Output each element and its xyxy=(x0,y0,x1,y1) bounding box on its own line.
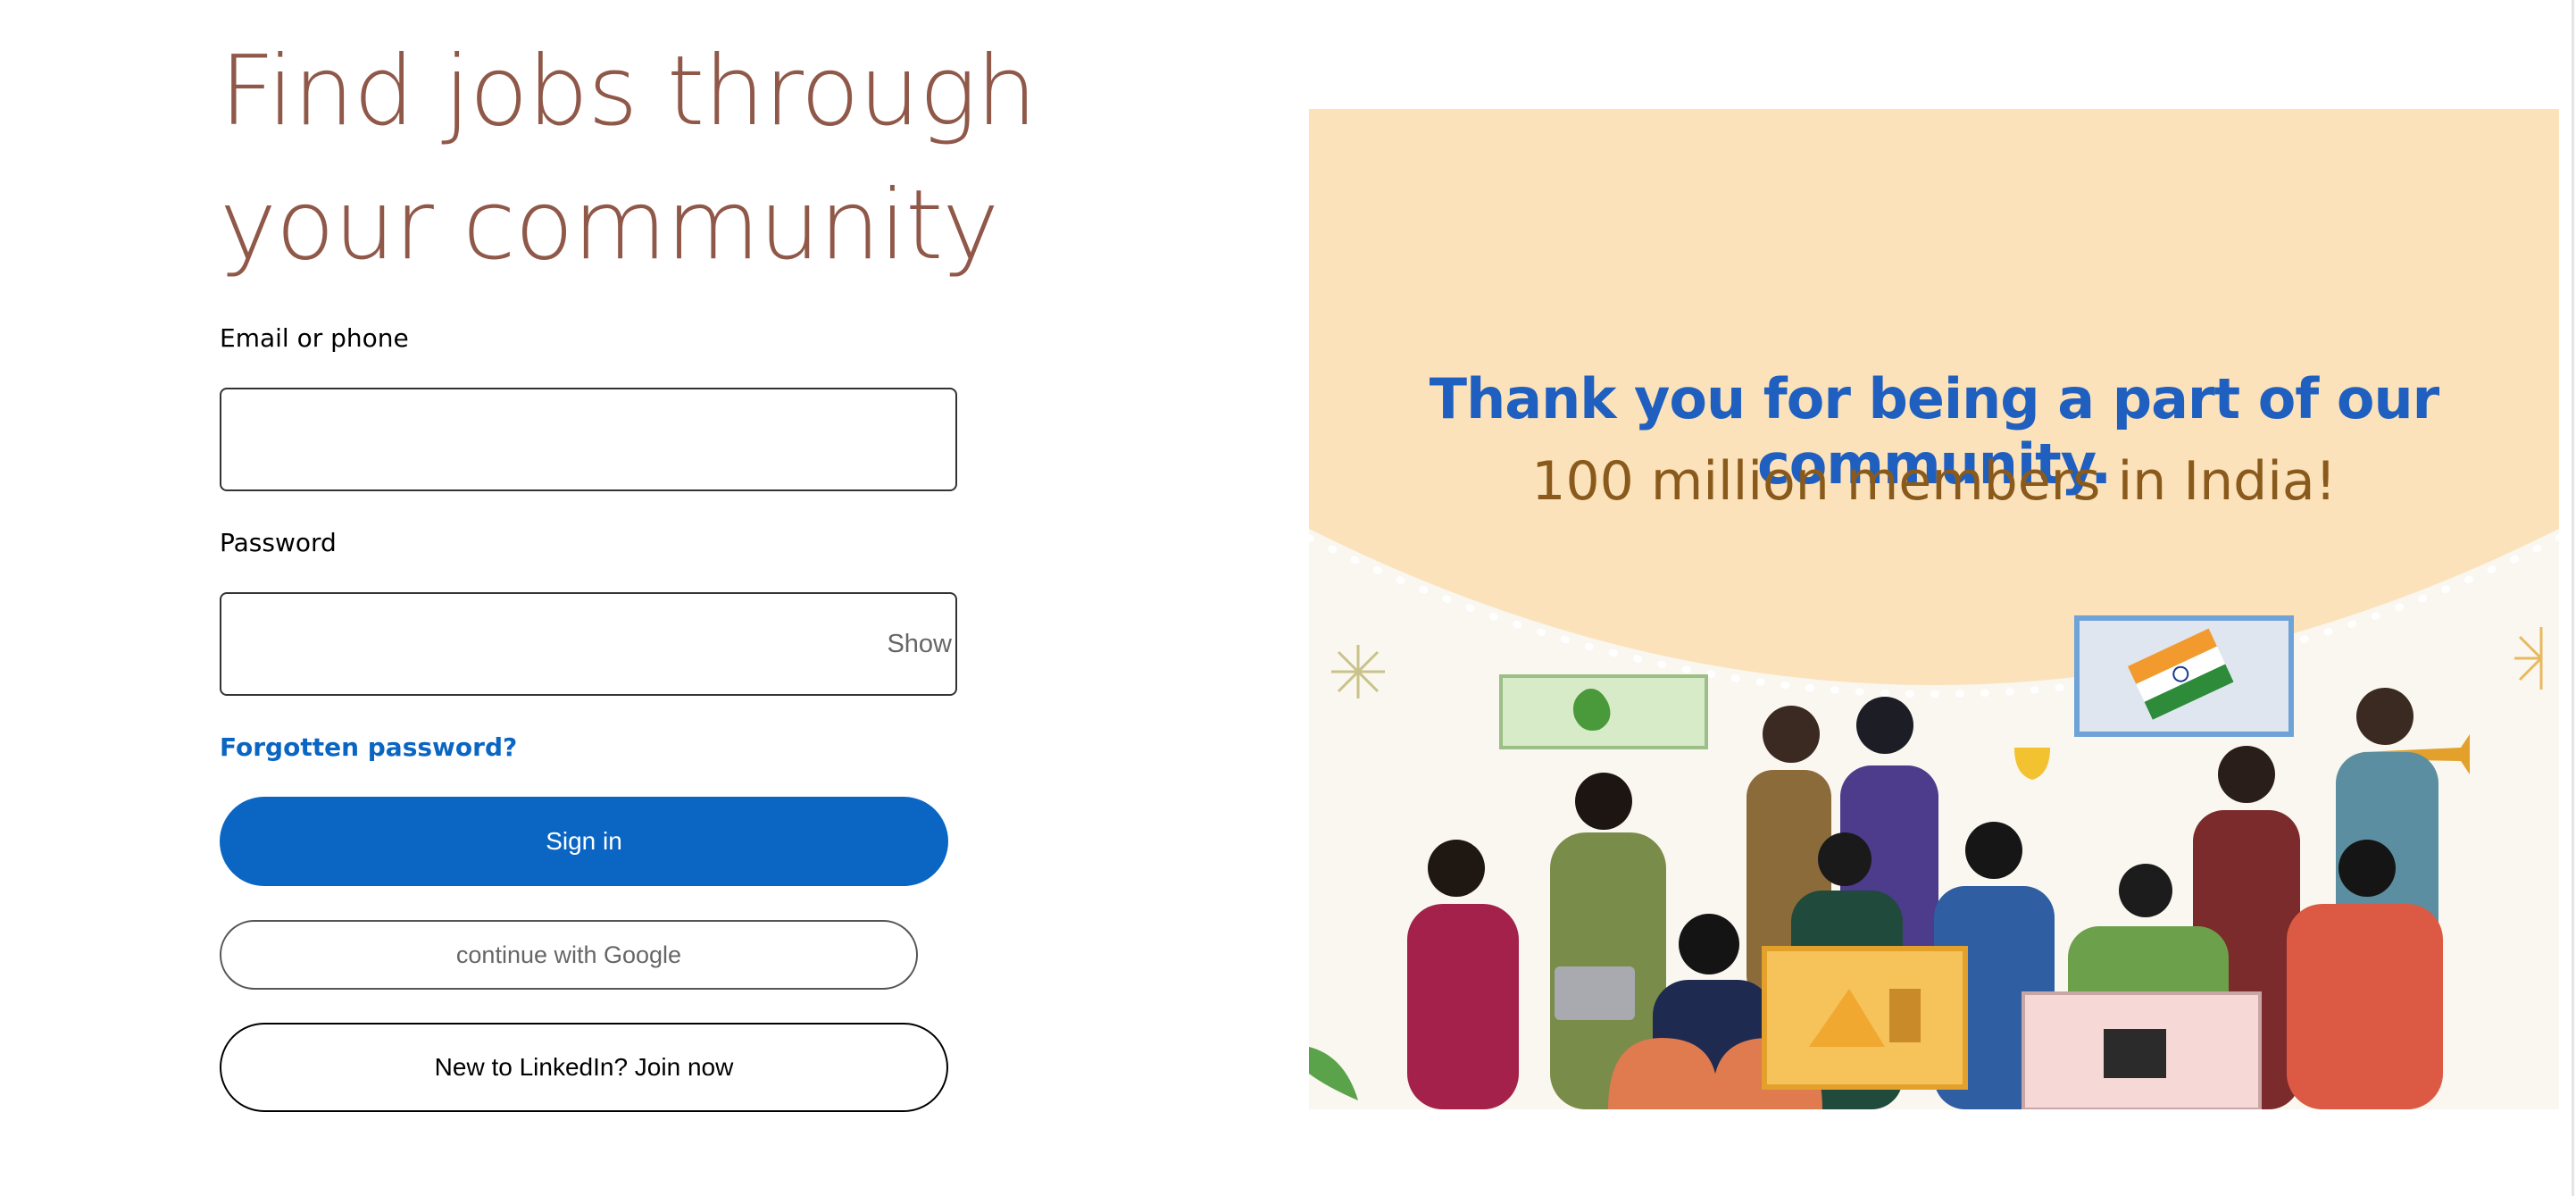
banner-illustration xyxy=(1309,109,2559,1109)
password-field-wrapper[interactable]: Show xyxy=(220,592,957,696)
email-label: Email or phone xyxy=(220,323,409,353)
sign-in-button[interactable]: Sign in xyxy=(220,797,948,886)
trophy-icon xyxy=(2014,748,2050,780)
laptop-icon xyxy=(1555,966,1635,1020)
join-now-button[interactable]: New to LinkedIn? Join now xyxy=(220,1023,948,1112)
firework-icon xyxy=(1331,645,1385,698)
email-field-wrapper[interactable] xyxy=(220,388,957,491)
banner-subheading: 100 million members in India! xyxy=(1531,450,2337,513)
password-field[interactable] xyxy=(221,594,882,694)
password-label: Password xyxy=(220,528,337,557)
firework-icon-right xyxy=(2514,627,2543,690)
page-title: Find jobs through your community xyxy=(220,36,1037,281)
show-password-button[interactable]: Show xyxy=(887,630,952,659)
email-field[interactable] xyxy=(221,389,882,489)
page-edge-divider xyxy=(2572,0,2574,1196)
continue-with-google-button[interactable]: continue with Google xyxy=(220,920,918,990)
clapperboard-icon xyxy=(2104,1029,2166,1078)
forgot-password-link[interactable]: Forgotten password? xyxy=(220,732,517,762)
tea-glass-icon xyxy=(1889,989,1921,1042)
leaf-icon xyxy=(1309,1047,1358,1100)
community-banner-image: Thank you for being a part of our commun… xyxy=(1309,109,2559,1109)
